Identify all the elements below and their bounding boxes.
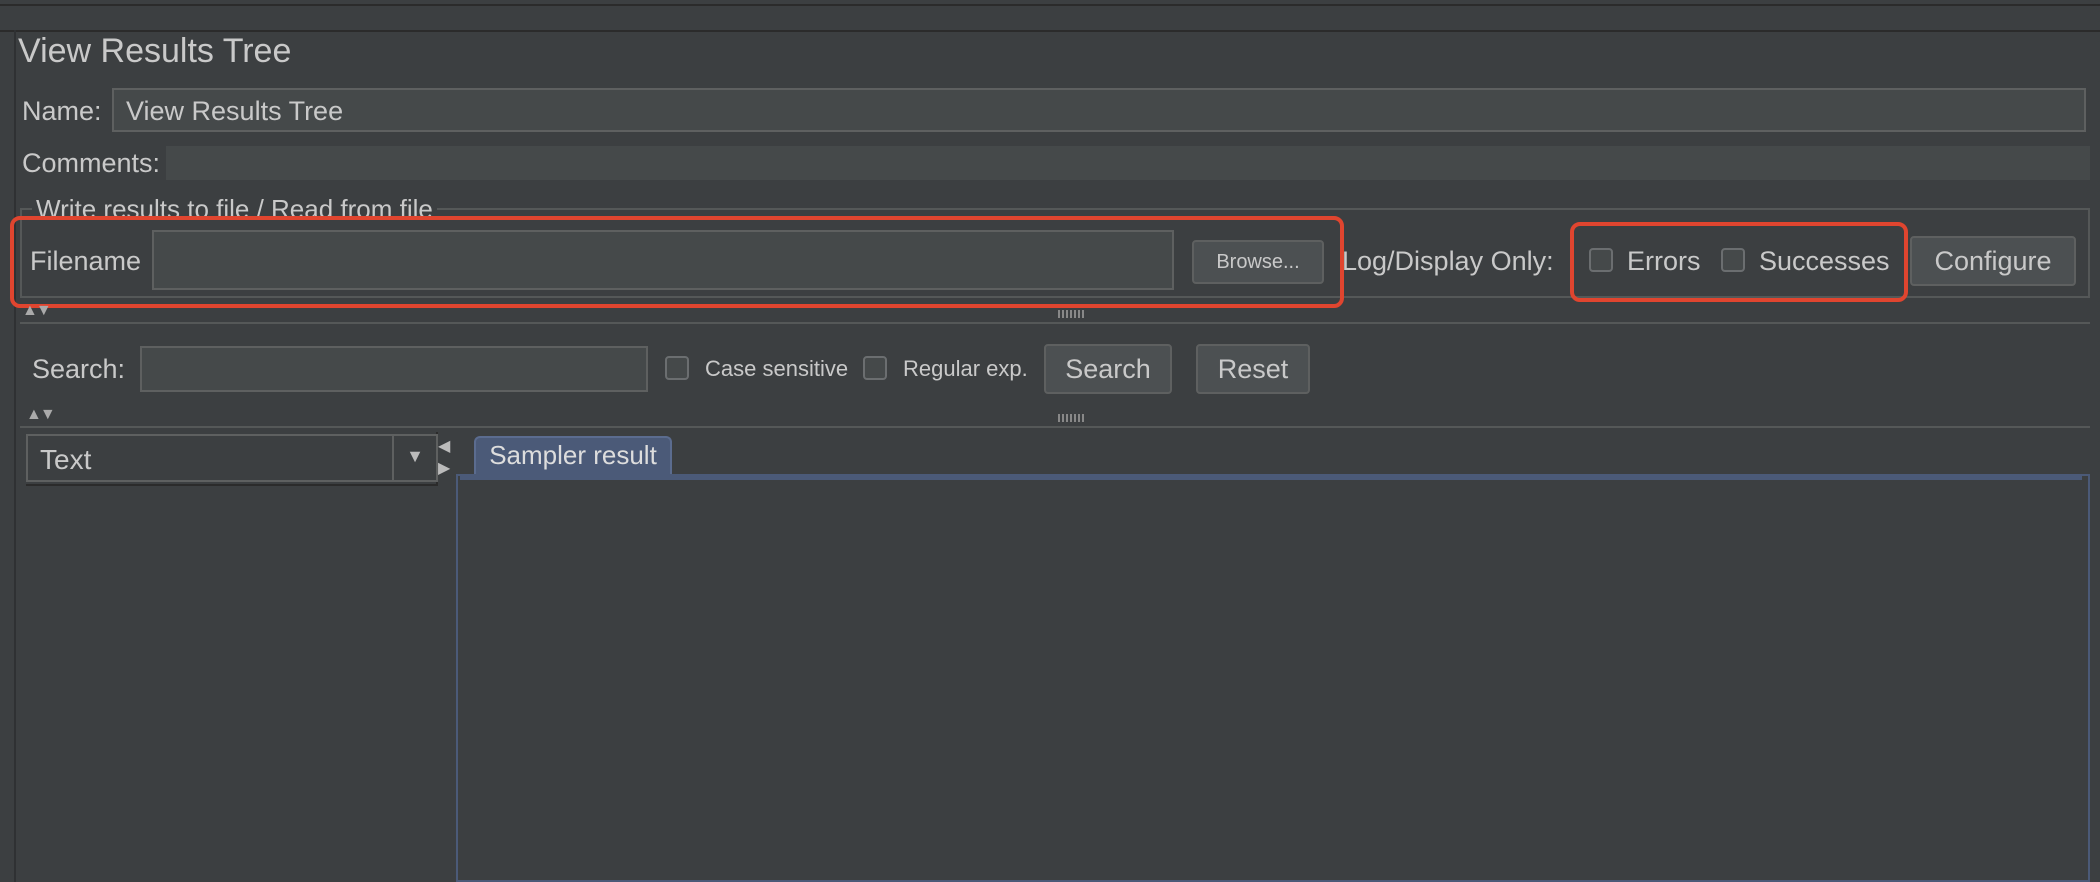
page-title: View Results Tree <box>18 32 292 70</box>
regular-exp-checkbox[interactable] <box>863 356 887 380</box>
tab-content-top-border <box>460 476 2082 480</box>
splitter-collapse-arrows-bottom[interactable]: ▲▼ <box>26 406 56 424</box>
case-sensitive-label: Case sensitive <box>705 356 849 381</box>
results-tree[interactable] <box>26 484 438 882</box>
comments-field[interactable] <box>166 146 2090 180</box>
results-top-divider <box>20 426 2090 428</box>
left-border <box>14 30 16 882</box>
reset-button[interactable]: Reset <box>1196 344 1310 394</box>
splitter-collapse-arrows-top[interactable]: ▲▼ <box>22 302 52 320</box>
configure-button[interactable]: Configure <box>1910 236 2076 286</box>
splitter-grip-bottom[interactable] <box>1058 414 1086 422</box>
highlight-log-display-checkboxes <box>1570 222 1908 302</box>
top-divider <box>0 4 2100 6</box>
renderer-select[interactable]: Text ▼ <box>26 434 438 482</box>
combo-divider <box>392 436 394 480</box>
sampler-result-content <box>456 474 2090 882</box>
comments-label: Comments: <box>22 148 161 178</box>
pane-collapse-arrows[interactable]: ◀ ▶ <box>438 436 450 480</box>
name-field[interactable]: View Results Tree <box>112 88 2086 132</box>
case-sensitive-checkbox[interactable] <box>665 356 689 380</box>
name-label: Name: <box>22 96 102 126</box>
highlight-filename-area <box>10 216 1344 308</box>
window-top-bar <box>0 0 2100 32</box>
search-button[interactable]: Search <box>1044 344 1172 394</box>
tab-sampler-result[interactable]: Sampler result <box>474 436 672 474</box>
log-display-only-label: Log/Display Only: <box>1342 246 1554 276</box>
splitter-grip-top[interactable] <box>1058 310 1086 318</box>
chevron-down-icon[interactable]: ▼ <box>406 446 424 467</box>
search-label: Search: <box>32 354 126 384</box>
renderer-selected-value: Text <box>40 444 92 475</box>
regular-exp-label: Regular exp. <box>903 356 1028 381</box>
search-input[interactable] <box>140 346 648 392</box>
